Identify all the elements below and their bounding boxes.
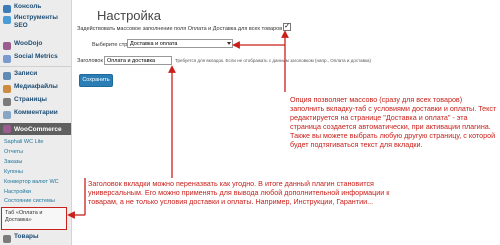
annotation-mass-fill: Опция позволяет массово (сразу для всех …	[290, 95, 497, 149]
annotation-tab-title: Заголовок вкладки можно переназвать как …	[88, 179, 390, 206]
